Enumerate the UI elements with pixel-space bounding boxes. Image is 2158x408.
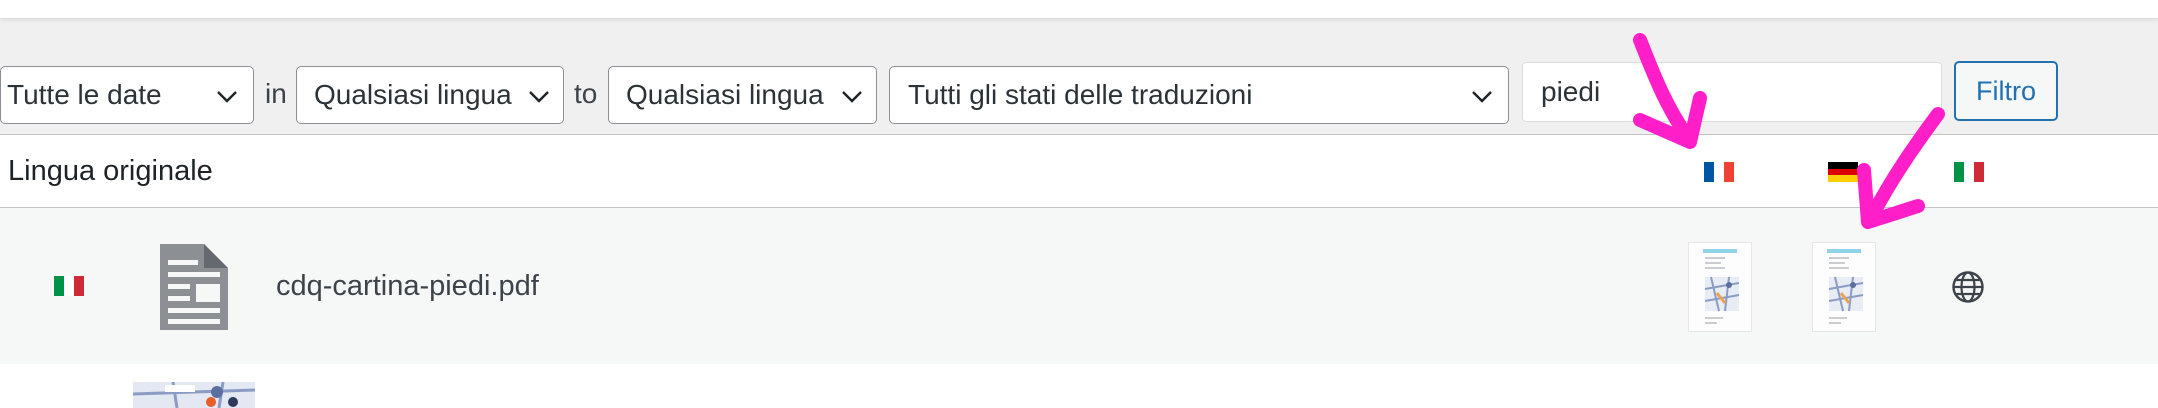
annotation-arrow-de (1865, 107, 1945, 223)
annotation-arrows (1633, 33, 1945, 229)
